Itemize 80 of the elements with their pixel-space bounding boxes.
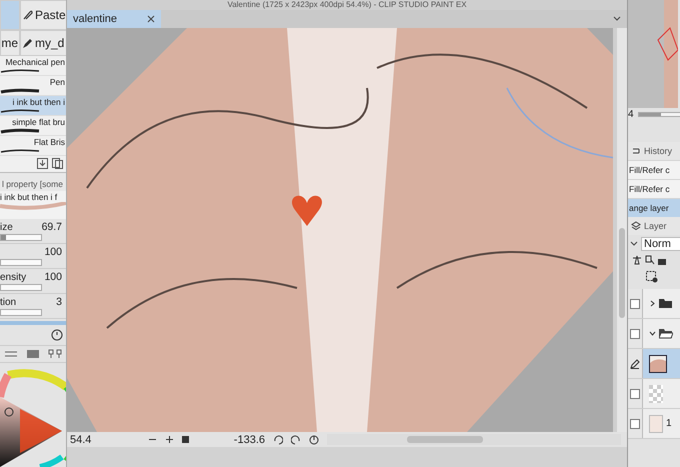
brush-item[interactable]: Mechanical pen xyxy=(0,56,66,76)
property-label: ensity xyxy=(0,272,26,283)
paper-thumbnail xyxy=(649,414,663,432)
visibility-checkbox[interactable] xyxy=(630,298,640,308)
stroke-preview-icon xyxy=(0,68,40,74)
chevron-icon xyxy=(613,16,621,22)
new-layer-icon xyxy=(646,271,658,283)
stroke-preview-icon xyxy=(0,88,40,94)
reset-rotation-icon xyxy=(309,434,319,444)
value-spinner[interactable]: 3 xyxy=(56,296,62,308)
document-tab[interactable]: valentine xyxy=(67,10,162,28)
slider-track[interactable] xyxy=(0,284,42,291)
layer-row[interactable] xyxy=(628,349,680,379)
stroke-preview-icon xyxy=(0,148,40,154)
copy-icon xyxy=(52,158,63,169)
nodes-icon xyxy=(48,349,62,359)
close-icon xyxy=(147,15,156,23)
zoom-slider[interactable] xyxy=(638,112,680,116)
list-icon xyxy=(4,349,18,359)
download-icon xyxy=(37,158,48,169)
scrollbar[interactable] xyxy=(327,434,621,445)
slider-track[interactable] xyxy=(0,259,42,266)
layers-icon xyxy=(631,221,641,231)
blend-mode-dropdown[interactable]: Norm xyxy=(641,237,680,251)
sub-tool-tab[interactable]: Paste xyxy=(20,0,66,30)
history-icon xyxy=(631,146,641,156)
zoom-value: 4 xyxy=(628,108,634,120)
brush-item[interactable]: Flat Bris xyxy=(0,136,66,156)
history-item[interactable]: Fill/Refer c xyxy=(628,179,680,198)
rotate-right-icon xyxy=(291,434,301,444)
brush-item[interactable]: i ink but then i xyxy=(0,96,66,116)
square-icon xyxy=(182,436,189,443)
folder-icon xyxy=(659,328,673,339)
panel-title: l property [some xyxy=(0,172,66,191)
sub-tool-tab[interactable]: my_d xyxy=(20,30,66,56)
scroll-thumb[interactable] xyxy=(407,436,483,443)
preset-bar xyxy=(0,321,66,325)
clock-icon xyxy=(51,329,63,341)
scroll-thumb[interactable] xyxy=(619,228,625,318)
rotate-left-icon xyxy=(273,434,283,444)
property-label: tion xyxy=(0,297,16,308)
lighthouse-icon xyxy=(632,255,642,265)
pen-icon xyxy=(630,358,640,368)
brush-preview: i ink but then i f xyxy=(0,191,66,219)
clip-layer-icon xyxy=(645,255,655,265)
value-spinner[interactable]: 100 xyxy=(44,246,62,258)
visibility-checkbox[interactable] xyxy=(630,418,640,428)
clip-icon xyxy=(21,9,33,21)
layer-tab[interactable]: Layer xyxy=(628,217,680,235)
transparent-thumbnail xyxy=(649,384,663,402)
property-label: ize xyxy=(0,222,13,233)
history-item[interactable]: Fill/Refer c xyxy=(628,160,680,179)
layer-row[interactable]: 1 xyxy=(628,409,680,439)
slider-track[interactable] xyxy=(0,234,42,241)
zoom-field[interactable]: 54.4 xyxy=(70,434,140,446)
layer-row[interactable] xyxy=(628,289,680,319)
window-title: Valentine (1725 x 2423px 400dpi 54.4%) - CLIP STUDIO PAINT EX xyxy=(226,0,468,10)
history-tab[interactable]: History xyxy=(628,142,680,160)
expand-icon xyxy=(649,330,656,337)
scrollbar[interactable] xyxy=(617,28,627,432)
stroke-preview-icon xyxy=(0,128,40,134)
chevron-icon xyxy=(630,241,638,247)
layer-name: 1 xyxy=(666,418,672,429)
sub-tool-tab[interactable]: ime xyxy=(0,30,20,56)
history-item[interactable]: ange layer xyxy=(628,198,680,217)
plus-icon xyxy=(165,435,174,444)
slider-track[interactable] xyxy=(0,309,42,316)
value-spinner[interactable]: 69.7 xyxy=(42,221,62,233)
stroke-preview-icon xyxy=(0,202,66,210)
visibility-checkbox[interactable] xyxy=(630,388,640,398)
folder-icon xyxy=(659,298,673,309)
value-spinner[interactable]: 100 xyxy=(44,271,62,283)
layer-row[interactable] xyxy=(628,319,680,349)
visibility-checkbox[interactable] xyxy=(630,328,640,338)
angle-field[interactable]: -133.6 xyxy=(197,434,265,446)
stroke-preview-icon xyxy=(0,108,40,114)
brush-item[interactable]: simple flat bru xyxy=(0,116,66,136)
pen-icon xyxy=(21,37,33,49)
layer-thumbnail xyxy=(649,354,667,372)
collapse-icon xyxy=(649,300,656,307)
